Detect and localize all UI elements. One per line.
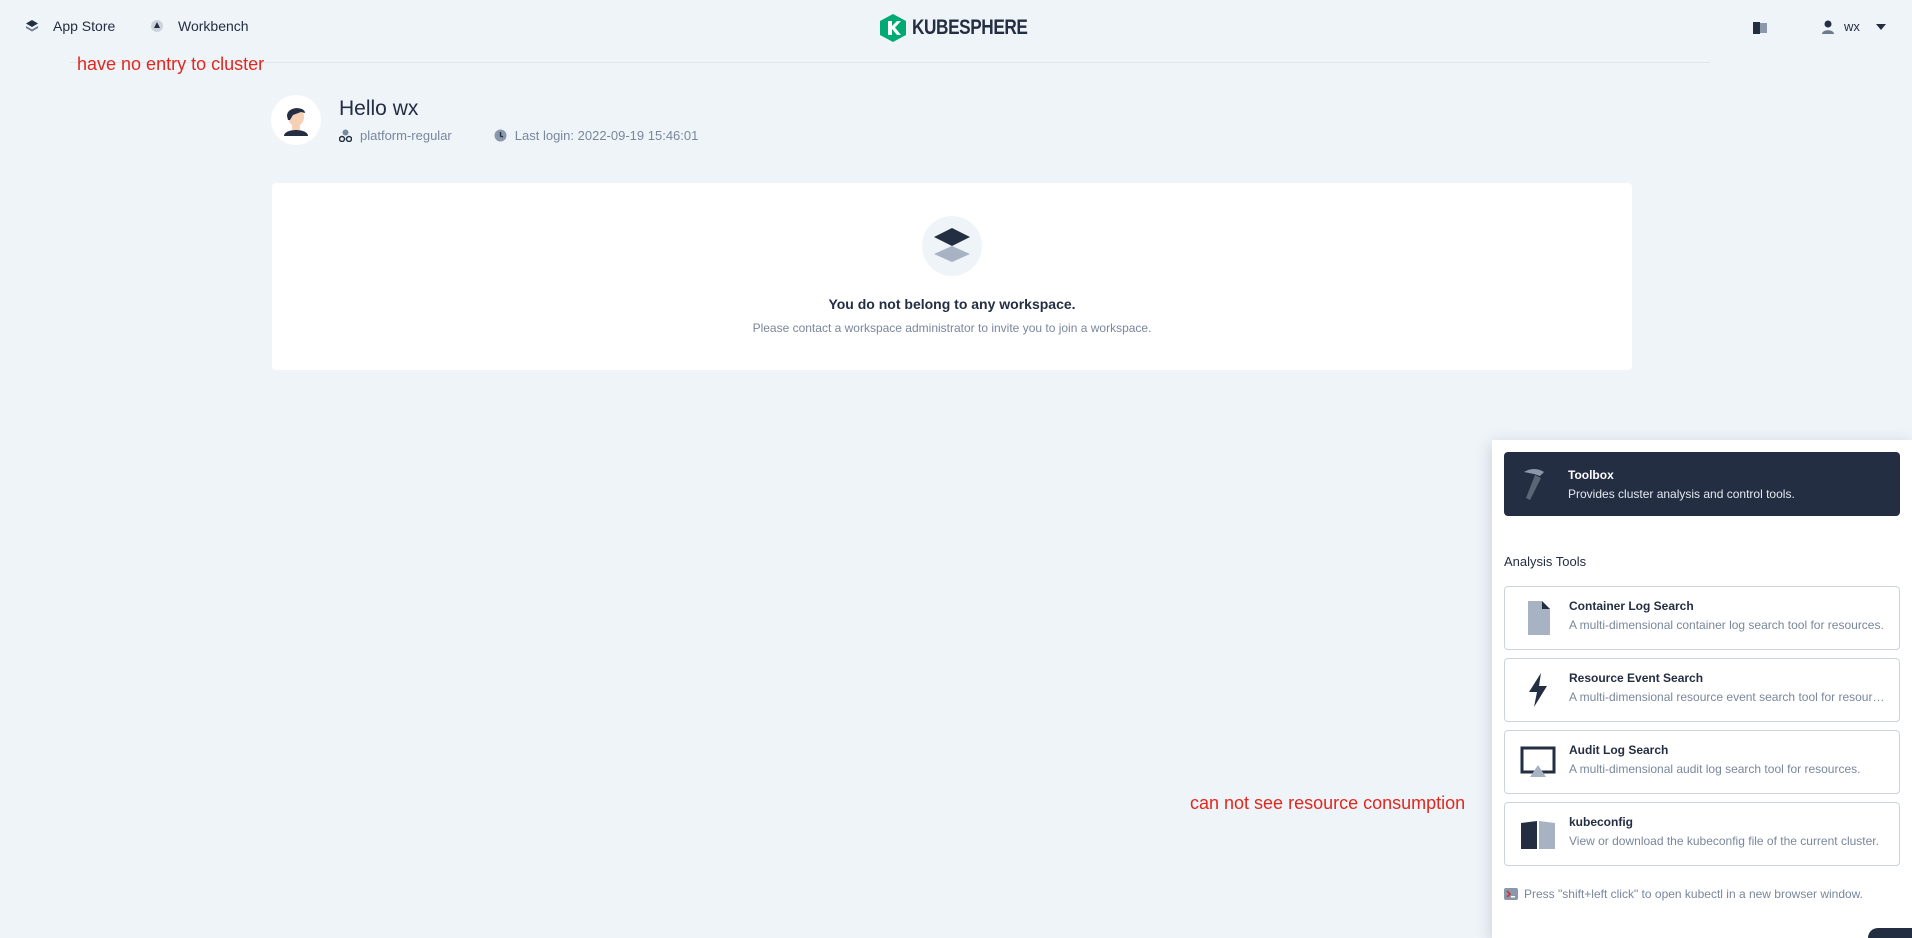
toolbox-panel: Toolbox Provides cluster analysis and co… <box>1492 440 1912 938</box>
user-menu[interactable]: wx <box>1822 19 1886 34</box>
hammer-icon <box>1524 469 1544 500</box>
docs-icon[interactable] <box>1753 22 1767 34</box>
tool-container-log-search[interactable]: Container Log Search A multi-dimensional… <box>1504 586 1900 650</box>
tool-description: A multi-dimensional audit log search too… <box>1569 762 1861 776</box>
header-divider <box>70 62 1710 63</box>
tool-name: Audit Log Search <box>1569 743 1669 757</box>
tool-name: kubeconfig <box>1569 815 1634 829</box>
last-login-label: Last login: 2022-09-19 15:46:01 <box>514 128 699 143</box>
workspace-empty-card: You do not belong to any workspace. Plea… <box>272 183 1632 370</box>
tool-audit-log-search[interactable]: Audit Log Search A multi-dimensional aud… <box>1504 730 1900 794</box>
chevron-down-icon <box>1875 23 1886 30</box>
user-avatar-icon <box>284 108 308 136</box>
empty-state-title: You do not belong to any workspace. <box>828 296 1076 312</box>
platform-role: platform-regular <box>339 128 452 143</box>
toolbox-description: Provides cluster analysis and control to… <box>1568 487 1795 501</box>
user-name: wx <box>1844 19 1860 34</box>
clock-icon <box>494 129 507 142</box>
role-icon <box>339 129 352 142</box>
top-navigation-bar: App Store Workbench KUBESPHERE wx <box>0 0 1912 58</box>
analysis-tools-title: Analysis Tools <box>1504 554 1587 569</box>
kubesphere-logo[interactable]: KUBESPHERE <box>880 14 1053 42</box>
app-store-icon <box>26 20 38 32</box>
app-store-label: App Store <box>53 18 116 34</box>
tool-description: A multi-dimensional container log search… <box>1569 618 1884 632</box>
lightning-icon <box>1529 673 1547 707</box>
greeting-title: Hello wx <box>339 97 419 120</box>
workbench-button[interactable]: Workbench <box>150 18 249 34</box>
toolbox-toggle-button[interactable] <box>1868 928 1912 938</box>
kubectl-icon <box>1504 888 1518 900</box>
tool-name: Resource Event Search <box>1569 671 1704 685</box>
user-icon <box>1822 20 1834 34</box>
tool-kubeconfig[interactable]: kubeconfig View or download the kubeconf… <box>1504 802 1900 866</box>
empty-state-description: Please contact a workspace administrator… <box>752 321 1152 335</box>
annotation-cluster-note: have no entry to cluster <box>77 54 265 74</box>
file-icon <box>1528 601 1550 635</box>
book-icon <box>1521 821 1555 849</box>
logo-text: KUBESPHERE <box>912 16 1028 39</box>
last-login: Last login: 2022-09-19 15:46:01 <box>494 128 699 143</box>
workbench-icon <box>151 20 163 32</box>
tool-description: A multi-dimensional resource event searc… <box>1569 690 1887 704</box>
role-label: platform-regular <box>360 128 452 143</box>
toolbox-header: Toolbox Provides cluster analysis and co… <box>1504 452 1900 516</box>
tool-resource-event-search[interactable]: Resource Event Search A multi-dimensiona… <box>1504 658 1900 722</box>
kubesphere-logo-icon <box>880 14 906 42</box>
workbench-label: Workbench <box>178 18 249 34</box>
layers-icon <box>922 216 982 276</box>
annotation-resource-note: can not see resource consumption <box>1190 793 1466 813</box>
tool-description: View or download the kubeconfig file of … <box>1569 834 1879 848</box>
tool-name: Container Log Search <box>1569 599 1694 613</box>
kubectl-tip-text: Press "shift+left click" to open kubectl… <box>1524 887 1864 901</box>
user-greeting: Hello wx platform-regular Last login: 20… <box>271 95 740 145</box>
monitor-icon <box>1520 746 1556 777</box>
avatar <box>271 95 321 145</box>
toolbox-title: Toolbox <box>1568 468 1614 482</box>
app-store-button[interactable]: App Store <box>25 18 115 34</box>
kubectl-tip: Press "shift+left click" to open kubectl… <box>1504 887 1863 901</box>
